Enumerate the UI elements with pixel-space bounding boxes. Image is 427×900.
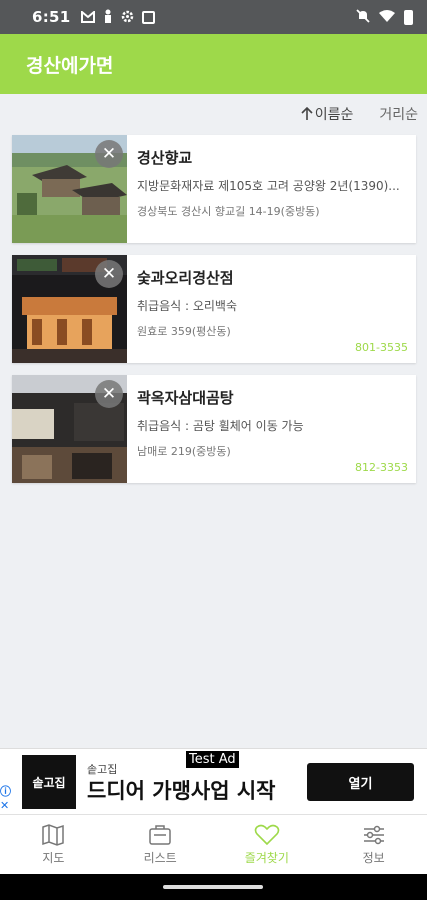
mute-icon	[356, 8, 370, 27]
map-icon	[42, 823, 65, 846]
place-phone[interactable]: 812-3353	[355, 461, 408, 474]
place-title: 곽옥자삼대곰탕	[137, 389, 234, 407]
place-title: 숯과오리경산점	[137, 269, 234, 287]
ad-label: Test Ad	[186, 751, 239, 768]
place-description: 취급음식 : 곰탕 휠체어 이동 가능	[137, 419, 304, 433]
place-thumbnail: ✕	[12, 255, 127, 363]
remove-favorite-button[interactable]: ✕	[95, 380, 123, 408]
heart-icon	[254, 824, 280, 845]
wifi-icon	[379, 8, 395, 27]
place-address: 원효로 359(평산동)	[137, 325, 231, 338]
person-icon	[103, 8, 113, 27]
arrow-up-icon	[301, 107, 313, 120]
ad-close-icon[interactable]: ✕	[0, 799, 14, 812]
ad-info-icon[interactable]: ⓘ	[0, 783, 14, 798]
nav-list-label: 리스트	[143, 850, 177, 865]
place-card[interactable]: ✕ 숯과오리경산점 취급음식 : 오리백숙 원효로 359(평산동) 801-3…	[12, 255, 416, 363]
ad-headline[interactable]: 드디어 가맹사업 시작	[87, 775, 276, 805]
home-gesture-handle[interactable]	[163, 885, 263, 889]
nav-info-label: 정보	[362, 850, 385, 865]
settings-sliders-icon	[363, 825, 384, 844]
nav-favorites-label: 즐겨찾기	[244, 850, 289, 865]
sort-by-name-button[interactable]: 이름순	[301, 104, 354, 124]
sort-by-distance-label: 거리순	[379, 107, 418, 123]
status-bar: 6:51	[0, 0, 427, 34]
nav-info[interactable]: 정보	[320, 815, 427, 874]
list-icon	[149, 824, 171, 845]
ad-open-button[interactable]: 열기	[307, 763, 414, 801]
nav-list[interactable]: 리스트	[107, 815, 214, 874]
nav-map-label: 지도	[42, 850, 65, 865]
gear-icon	[121, 8, 134, 27]
place-phone[interactable]: 801-3535	[355, 341, 408, 354]
place-card[interactable]: ✕ 곽옥자삼대곰탕 취급음식 : 곰탕 휠체어 이동 가능 남매로 219(중방…	[12, 375, 416, 483]
battery-icon	[404, 9, 413, 25]
place-address: 경상북도 경산시 향교길 14-19(중방동)	[137, 205, 320, 218]
bottom-navigation: 지도 리스트 즐겨찾기 정보	[0, 814, 427, 874]
remove-favorite-button[interactable]: ✕	[95, 260, 123, 288]
place-description: 지방문화재자료 제105호 고려 공양왕 2년(1390)...	[137, 179, 400, 193]
ad-logo[interactable]: 솥고집	[22, 755, 76, 809]
screenshot-icon	[141, 10, 155, 24]
app-title: 경산에가면	[26, 54, 114, 77]
sort-by-distance-button[interactable]: 거리순	[379, 104, 418, 124]
nav-map[interactable]: 지도	[0, 815, 107, 874]
place-card[interactable]: ✕ 경산향교 지방문화재자료 제105호 고려 공양왕 2년(1390)... …	[12, 135, 416, 243]
remove-favorite-button[interactable]: ✕	[95, 140, 123, 168]
place-title: 경산향교	[137, 149, 193, 167]
gmail-icon	[80, 8, 95, 27]
place-description: 취급음식 : 오리백숙	[137, 299, 237, 313]
nav-favorites[interactable]: 즐겨찾기	[214, 815, 321, 874]
place-thumbnail: ✕	[12, 375, 127, 483]
ad-banner[interactable]: 솥고집 Test Ad 솥고집 드디어 가맹사업 시작 열기 ⓘ ✕	[0, 748, 427, 814]
sort-options: 이름순 거리순	[301, 104, 418, 124]
app-bar: 경산에가면	[0, 34, 427, 94]
sort-by-name-label: 이름순	[314, 107, 354, 123]
place-thumbnail: ✕	[12, 135, 127, 243]
system-nav-bar	[0, 874, 427, 900]
place-address: 남매로 219(중방동)	[137, 445, 231, 458]
status-time: 6:51	[32, 8, 71, 26]
